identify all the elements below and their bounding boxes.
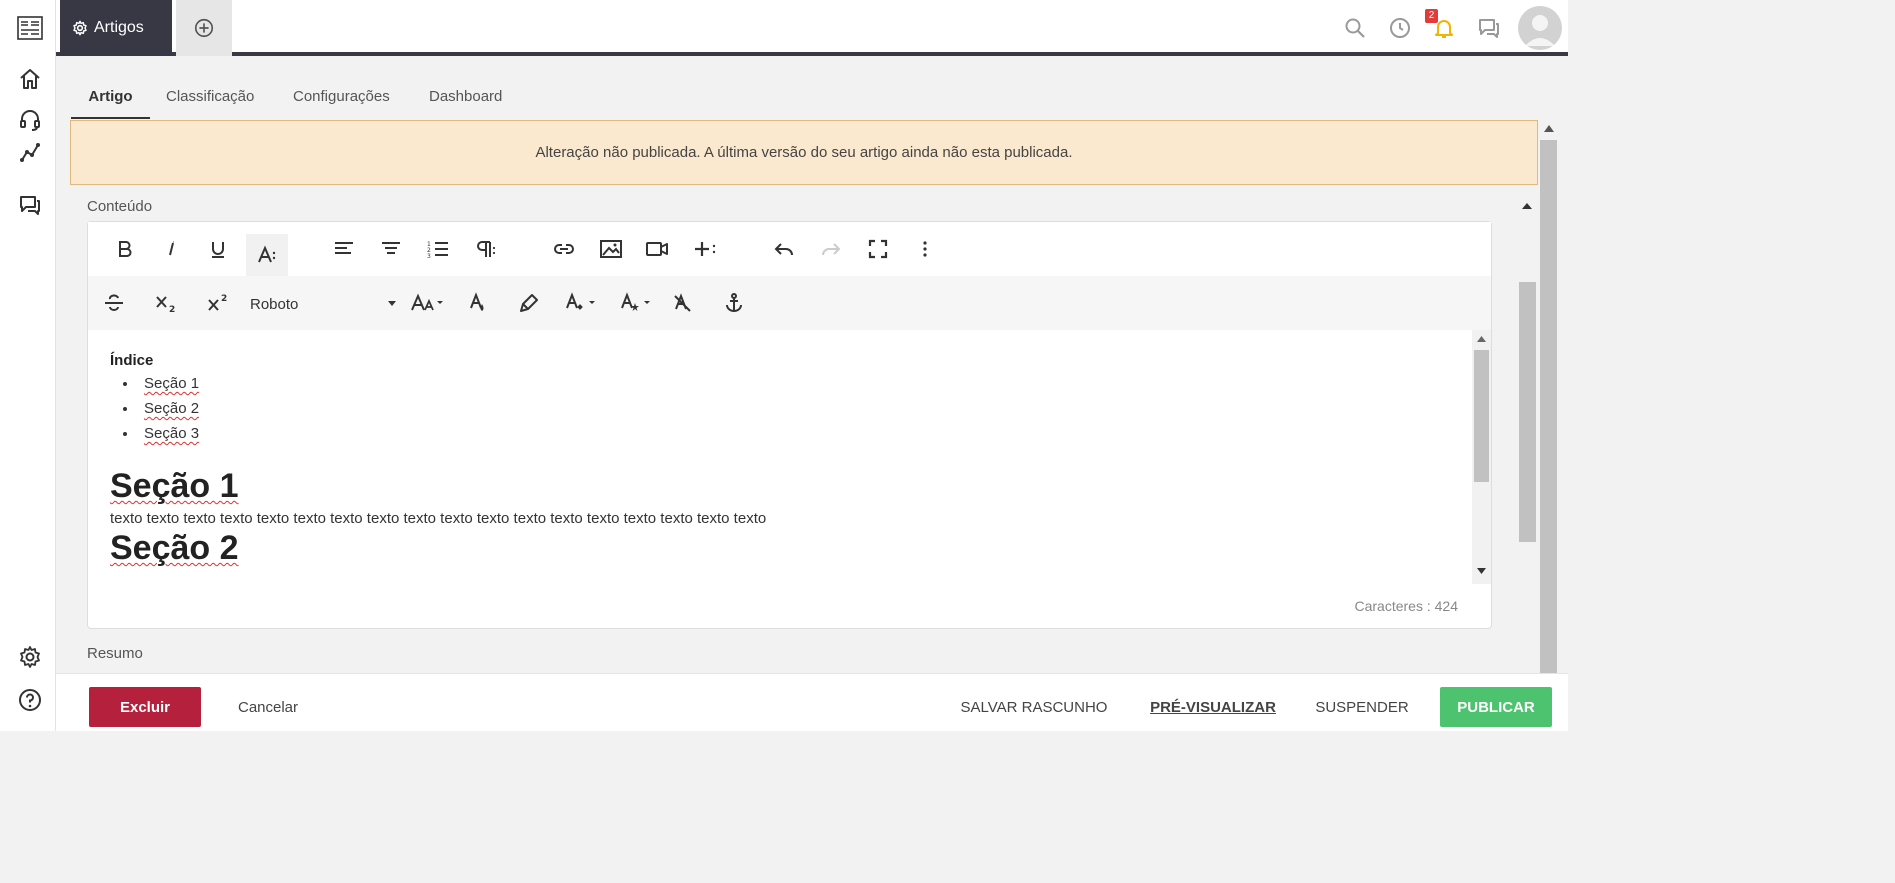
editor-content[interactable]: Índice Seção 1 Seção 2 Seção 3 Seção 1 t… <box>88 330 1472 584</box>
toc-item-label: Seção 1 <box>144 375 200 392</box>
superscript-button[interactable]: 2 <box>198 283 238 323</box>
section-heading: Seção 1 <box>110 467 239 506</box>
top-bar: Artigos 2 <box>56 0 1568 56</box>
toc-item[interactable]: Seção 1 <box>138 371 199 396</box>
toc-item[interactable]: Seção 2 <box>138 396 199 421</box>
more-insert-button[interactable] <box>685 229 725 269</box>
toc-title: Índice <box>110 352 154 369</box>
character-count: Caracteres : 424 <box>1354 598 1459 614</box>
clear-formatting-button[interactable] <box>663 283 703 323</box>
toc-item-label: Seção 2 <box>144 400 200 417</box>
search-icon[interactable] <box>1341 14 1369 42</box>
editor-toolbar-primary: 123 <box>88 222 1491 276</box>
settings-icon[interactable] <box>16 643 44 671</box>
avatar[interactable] <box>1518 6 1562 50</box>
add-tab-button[interactable] <box>176 0 232 56</box>
summary-label: Resumo <box>87 645 143 662</box>
tab-artigo[interactable]: Artigo <box>71 88 150 119</box>
logo-icon[interactable] <box>16 14 44 42</box>
tab-configuracoes[interactable]: Configurações <box>293 88 390 119</box>
tab-artigos[interactable]: Artigos <box>60 0 172 56</box>
align-left-button[interactable] <box>324 229 364 269</box>
headset-icon[interactable] <box>16 106 44 134</box>
font-family-select[interactable]: Roboto <box>250 292 396 316</box>
insert-video-button[interactable] <box>637 229 677 269</box>
insert-link-button[interactable] <box>544 229 584 269</box>
section-heading-text: Seção 1 <box>110 467 239 505</box>
paragraph-style-button[interactable] <box>615 283 661 323</box>
subscript-button[interactable]: 2 <box>146 283 186 323</box>
chat-icon[interactable] <box>16 191 44 219</box>
dropdown-caret-icon <box>388 301 396 306</box>
bold-button[interactable] <box>105 229 145 269</box>
anchor-button[interactable] <box>714 283 754 323</box>
font-family-value: Roboto <box>250 295 299 313</box>
delete-button[interactable]: Excluir <box>89 687 201 727</box>
page-scroll-inner-thumb[interactable] <box>1519 282 1536 542</box>
editor-scroll-thumb[interactable] <box>1474 350 1489 482</box>
cancel-button[interactable]: Cancelar <box>228 687 308 727</box>
undo-button[interactable] <box>764 229 804 269</box>
save-draft-button[interactable]: SALVAR RASCUNHO <box>954 687 1114 727</box>
font-size-button[interactable] <box>406 283 452 323</box>
highlight-button[interactable] <box>509 283 549 323</box>
tab-label: Artigos <box>94 19 144 36</box>
strikethrough-button[interactable] <box>94 283 134 323</box>
redo-button[interactable] <box>811 229 851 269</box>
text-color-button[interactable] <box>458 283 498 323</box>
fullscreen-button[interactable] <box>858 229 898 269</box>
scroll-up-icon[interactable] <box>1544 125 1554 132</box>
left-rail <box>0 0 56 731</box>
preview-button[interactable]: PRÉ-VISUALIZAR <box>1148 687 1278 727</box>
editor-toolbar-secondary: 2 2 Roboto <box>88 276 1491 330</box>
unpublished-alert: Alteração não publicada. A última versão… <box>70 120 1538 185</box>
suspend-button[interactable]: SUSPENDER <box>1312 687 1412 727</box>
toc-list: Seção 1 Seção 2 Seção 3 <box>138 371 199 446</box>
section-heading-text: Seção 2 <box>110 529 239 567</box>
ordered-list-button[interactable]: 123 <box>418 229 458 269</box>
page-scrollbar[interactable] <box>1519 120 1557 680</box>
paragraph-format-button[interactable] <box>465 229 505 269</box>
svg-text:2: 2 <box>169 305 175 314</box>
rich-text-editor: 123 2 2 Roboto Índice • Seção 1 • Seção … <box>87 221 1492 629</box>
gear-icon <box>72 20 88 36</box>
home-icon[interactable] <box>16 65 44 93</box>
history-icon[interactable] <box>1386 14 1414 42</box>
tab-classificacao[interactable]: Classificação <box>166 88 254 119</box>
underline-button[interactable] <box>198 229 238 269</box>
toc-item-label: Seção 3 <box>144 425 200 442</box>
analytics-icon[interactable] <box>16 138 44 166</box>
publish-button[interactable]: PUBLICAR <box>1440 687 1552 727</box>
tab-dashboard[interactable]: Dashboard <box>429 88 502 119</box>
content-label: Conteúdo <box>87 198 153 215</box>
help-icon[interactable] <box>16 686 44 714</box>
section-heading: Seção 2 <box>110 529 239 568</box>
more-options-button[interactable] <box>905 229 945 269</box>
section-paragraph: texto texto texto texto texto texto text… <box>110 510 767 527</box>
svg-text:3: 3 <box>427 253 431 259</box>
editor-scrollbar[interactable] <box>1472 330 1491 584</box>
svg-text:2: 2 <box>221 294 227 304</box>
messages-icon[interactable] <box>1475 14 1503 42</box>
insert-image-button[interactable] <box>591 229 631 269</box>
collapse-up-icon[interactable] <box>1521 201 1533 211</box>
align-center-button[interactable] <box>371 229 411 269</box>
action-footer: Excluir Cancelar SALVAR RASCUNHO PRÉ-VIS… <box>56 673 1568 731</box>
scroll-down-icon[interactable] <box>1477 568 1486 574</box>
italic-button[interactable] <box>152 229 192 269</box>
page-scroll-thumb[interactable] <box>1540 140 1557 680</box>
more-text-button[interactable] <box>246 234 288 276</box>
toc-item[interactable]: Seção 3 <box>138 421 199 446</box>
plus-circle-icon <box>193 17 215 39</box>
text-background-button[interactable] <box>560 283 606 323</box>
notification-badge: 2 <box>1425 9 1438 23</box>
scroll-up-icon[interactable] <box>1477 336 1486 342</box>
alert-text: Alteração não publicada. A última versão… <box>535 144 1073 161</box>
